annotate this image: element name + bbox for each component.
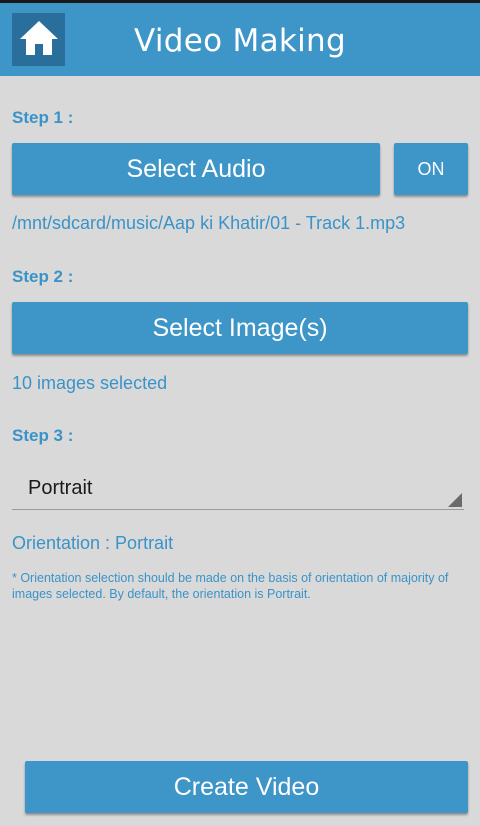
step-3-label: Step 3 : [12,426,74,445]
orientation-dropdown[interactable]: Portrait [12,466,464,510]
images-status-text: 10 images selected [12,373,168,393]
audio-toggle-button[interactable]: ON [394,143,468,195]
step-2-label: Step 2 : [12,267,74,286]
select-images-button[interactable]: Select Image(s) [12,302,468,354]
select-audio-button[interactable]: Select Audio [12,143,380,195]
orientation-dropdown-value: Portrait [28,477,93,499]
create-video-button[interactable]: Create Video [25,761,468,813]
orientation-note: * Orientation selection should be made o… [12,571,449,601]
page-title: Video Making [134,23,346,59]
audio-path-text: /mnt/sdcard/music/Aap ki Khatir/01 - Tra… [12,213,406,233]
dropdown-arrow-icon [448,493,462,507]
step-1-label: Step 1 : [12,108,74,127]
orientation-status-text: Orientation : Portrait [12,533,174,553]
app-header: Video Making [0,3,480,76]
